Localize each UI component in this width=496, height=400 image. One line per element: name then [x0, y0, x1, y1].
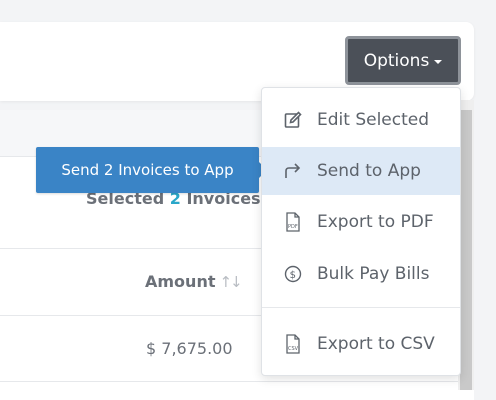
svg-text:$: $ [290, 270, 296, 281]
options-dropdown-button[interactable]: Options [345, 36, 461, 85]
options-menu: Edit Selected Send to App PDF Export to … [261, 87, 461, 376]
menu-item-send-to-app[interactable]: Send to App [262, 147, 460, 195]
options-label: Options [363, 50, 430, 71]
scrollbar-thumb[interactable] [460, 110, 472, 390]
menu-item-bulk-pay-bills[interactable]: $ Bulk Pay Bills [262, 250, 460, 298]
csv-file-icon: CSV [283, 334, 303, 354]
row-divider [0, 381, 474, 382]
send-to-app-tooltip: Send 2 Invoices to App [36, 147, 259, 193]
amount-header-label: Amount [145, 272, 216, 291]
menu-item-export-pdf[interactable]: PDF Export to PDF [262, 198, 460, 246]
amount-cell: $ 7,675.00 [146, 339, 233, 358]
menu-item-export-csv[interactable]: CSV Export to CSV [262, 320, 460, 368]
menu-item-label: Send to App [317, 161, 421, 181]
share-arrow-icon [283, 161, 303, 181]
svg-text:CSV: CSV [288, 346, 299, 352]
menu-item-label: Export to CSV [317, 334, 435, 354]
sort-icon[interactable]: ↑↓ [219, 273, 242, 291]
menu-divider [262, 307, 460, 308]
svg-text:PDF: PDF [288, 224, 298, 230]
amount-column-header[interactable]: Amount ↑↓ [145, 272, 243, 291]
dollar-circle-icon: $ [283, 264, 303, 284]
menu-item-label: Export to PDF [317, 212, 434, 232]
menu-item-label: Edit Selected [317, 110, 430, 130]
caret-down-icon [434, 59, 443, 64]
edit-icon [283, 110, 303, 130]
menu-item-label: Bulk Pay Bills [317, 264, 430, 284]
pdf-file-icon: PDF [283, 212, 303, 232]
menu-item-edit-selected[interactable]: Edit Selected [262, 96, 460, 144]
tooltip-text: Send 2 Invoices to App [61, 161, 234, 179]
